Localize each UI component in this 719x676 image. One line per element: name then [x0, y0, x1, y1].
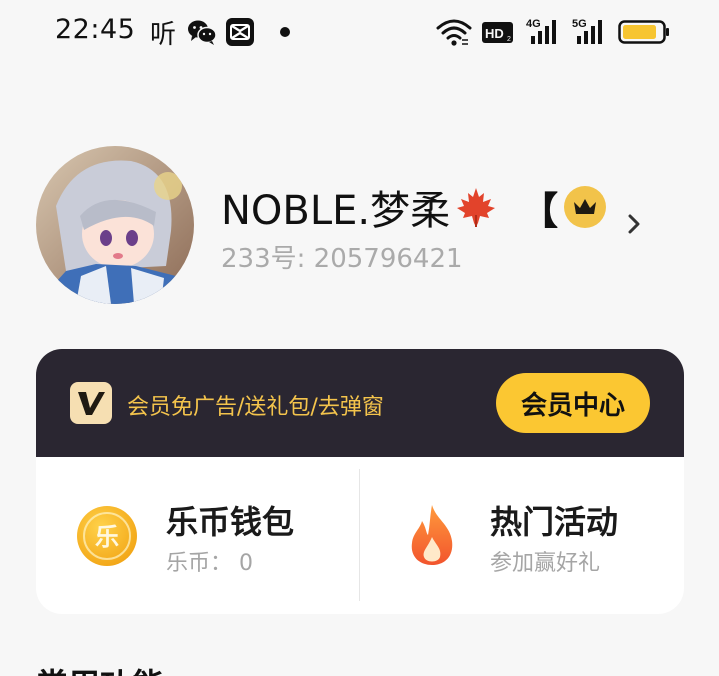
common-functions-title: 常用功能: [36, 660, 164, 676]
hot-activity-entry[interactable]: 热门活动 参加赢好礼: [360, 457, 683, 614]
vip-promo-text: 会员免广告/送礼包/去弹窗: [127, 395, 384, 420]
coin-icon: 乐: [76, 505, 138, 567]
username-row[interactable]: NOBLE.梦柔 【: [221, 182, 607, 234]
maple-leaf-icon: [454, 185, 498, 229]
activity-title: 热门活动: [490, 503, 619, 541]
coin-wallet-entry[interactable]: 乐 乐币钱包 乐币： 0: [36, 457, 359, 614]
member-card: 会员免广告/送礼包/去弹窗 会员中心 乐 乐币钱包 乐币： 0 热门活动 参加赢…: [36, 349, 684, 614]
wallet-title: 乐币钱包: [166, 503, 295, 541]
svg-text:5G: 5G: [572, 18, 587, 30]
member-center-button[interactable]: 会员中心: [496, 373, 650, 433]
profile-screen: 22:45 听 HD 2 4G 5G NOBLE.梦柔 【 233号: 2057…: [0, 0, 719, 676]
wechat-icon: [186, 17, 218, 47]
svg-text:HD: HD: [485, 26, 504, 41]
signal-5g-icon: 5G: [572, 16, 610, 48]
user-avatar[interactable]: [36, 146, 194, 304]
fire-icon: [406, 503, 458, 567]
ting-app-icon: 听: [149, 19, 176, 50]
activity-subtitle: 参加赢好礼: [490, 551, 601, 576]
wallet-balance: 乐币： 0: [166, 551, 253, 576]
chevron-right-icon[interactable]: [624, 210, 646, 238]
svg-text:2: 2: [507, 36, 511, 43]
notification-dot-icon: [280, 27, 290, 37]
wifi-icon: [436, 16, 472, 48]
hd-icon: HD 2: [482, 16, 514, 48]
vip-banner[interactable]: 会员免广告/送礼包/去弹窗 会员中心: [36, 349, 684, 457]
capcut-icon: [226, 17, 254, 47]
battery-icon: [618, 16, 670, 48]
vip-logo-icon: [70, 382, 112, 424]
name-bracket: 【: [520, 188, 559, 233]
crown-badge-icon: [564, 186, 607, 228]
status-time: 22:45: [55, 14, 136, 45]
svg-text:乐: 乐: [95, 523, 119, 551]
status-bar: 22:45 听 HD 2 4G 5G: [0, 0, 719, 64]
username: NOBLE.梦柔: [221, 188, 451, 234]
user-id: 233号: 205796421: [221, 244, 463, 274]
signal-4g-icon: 4G: [526, 16, 562, 48]
svg-text:4G: 4G: [526, 18, 541, 30]
